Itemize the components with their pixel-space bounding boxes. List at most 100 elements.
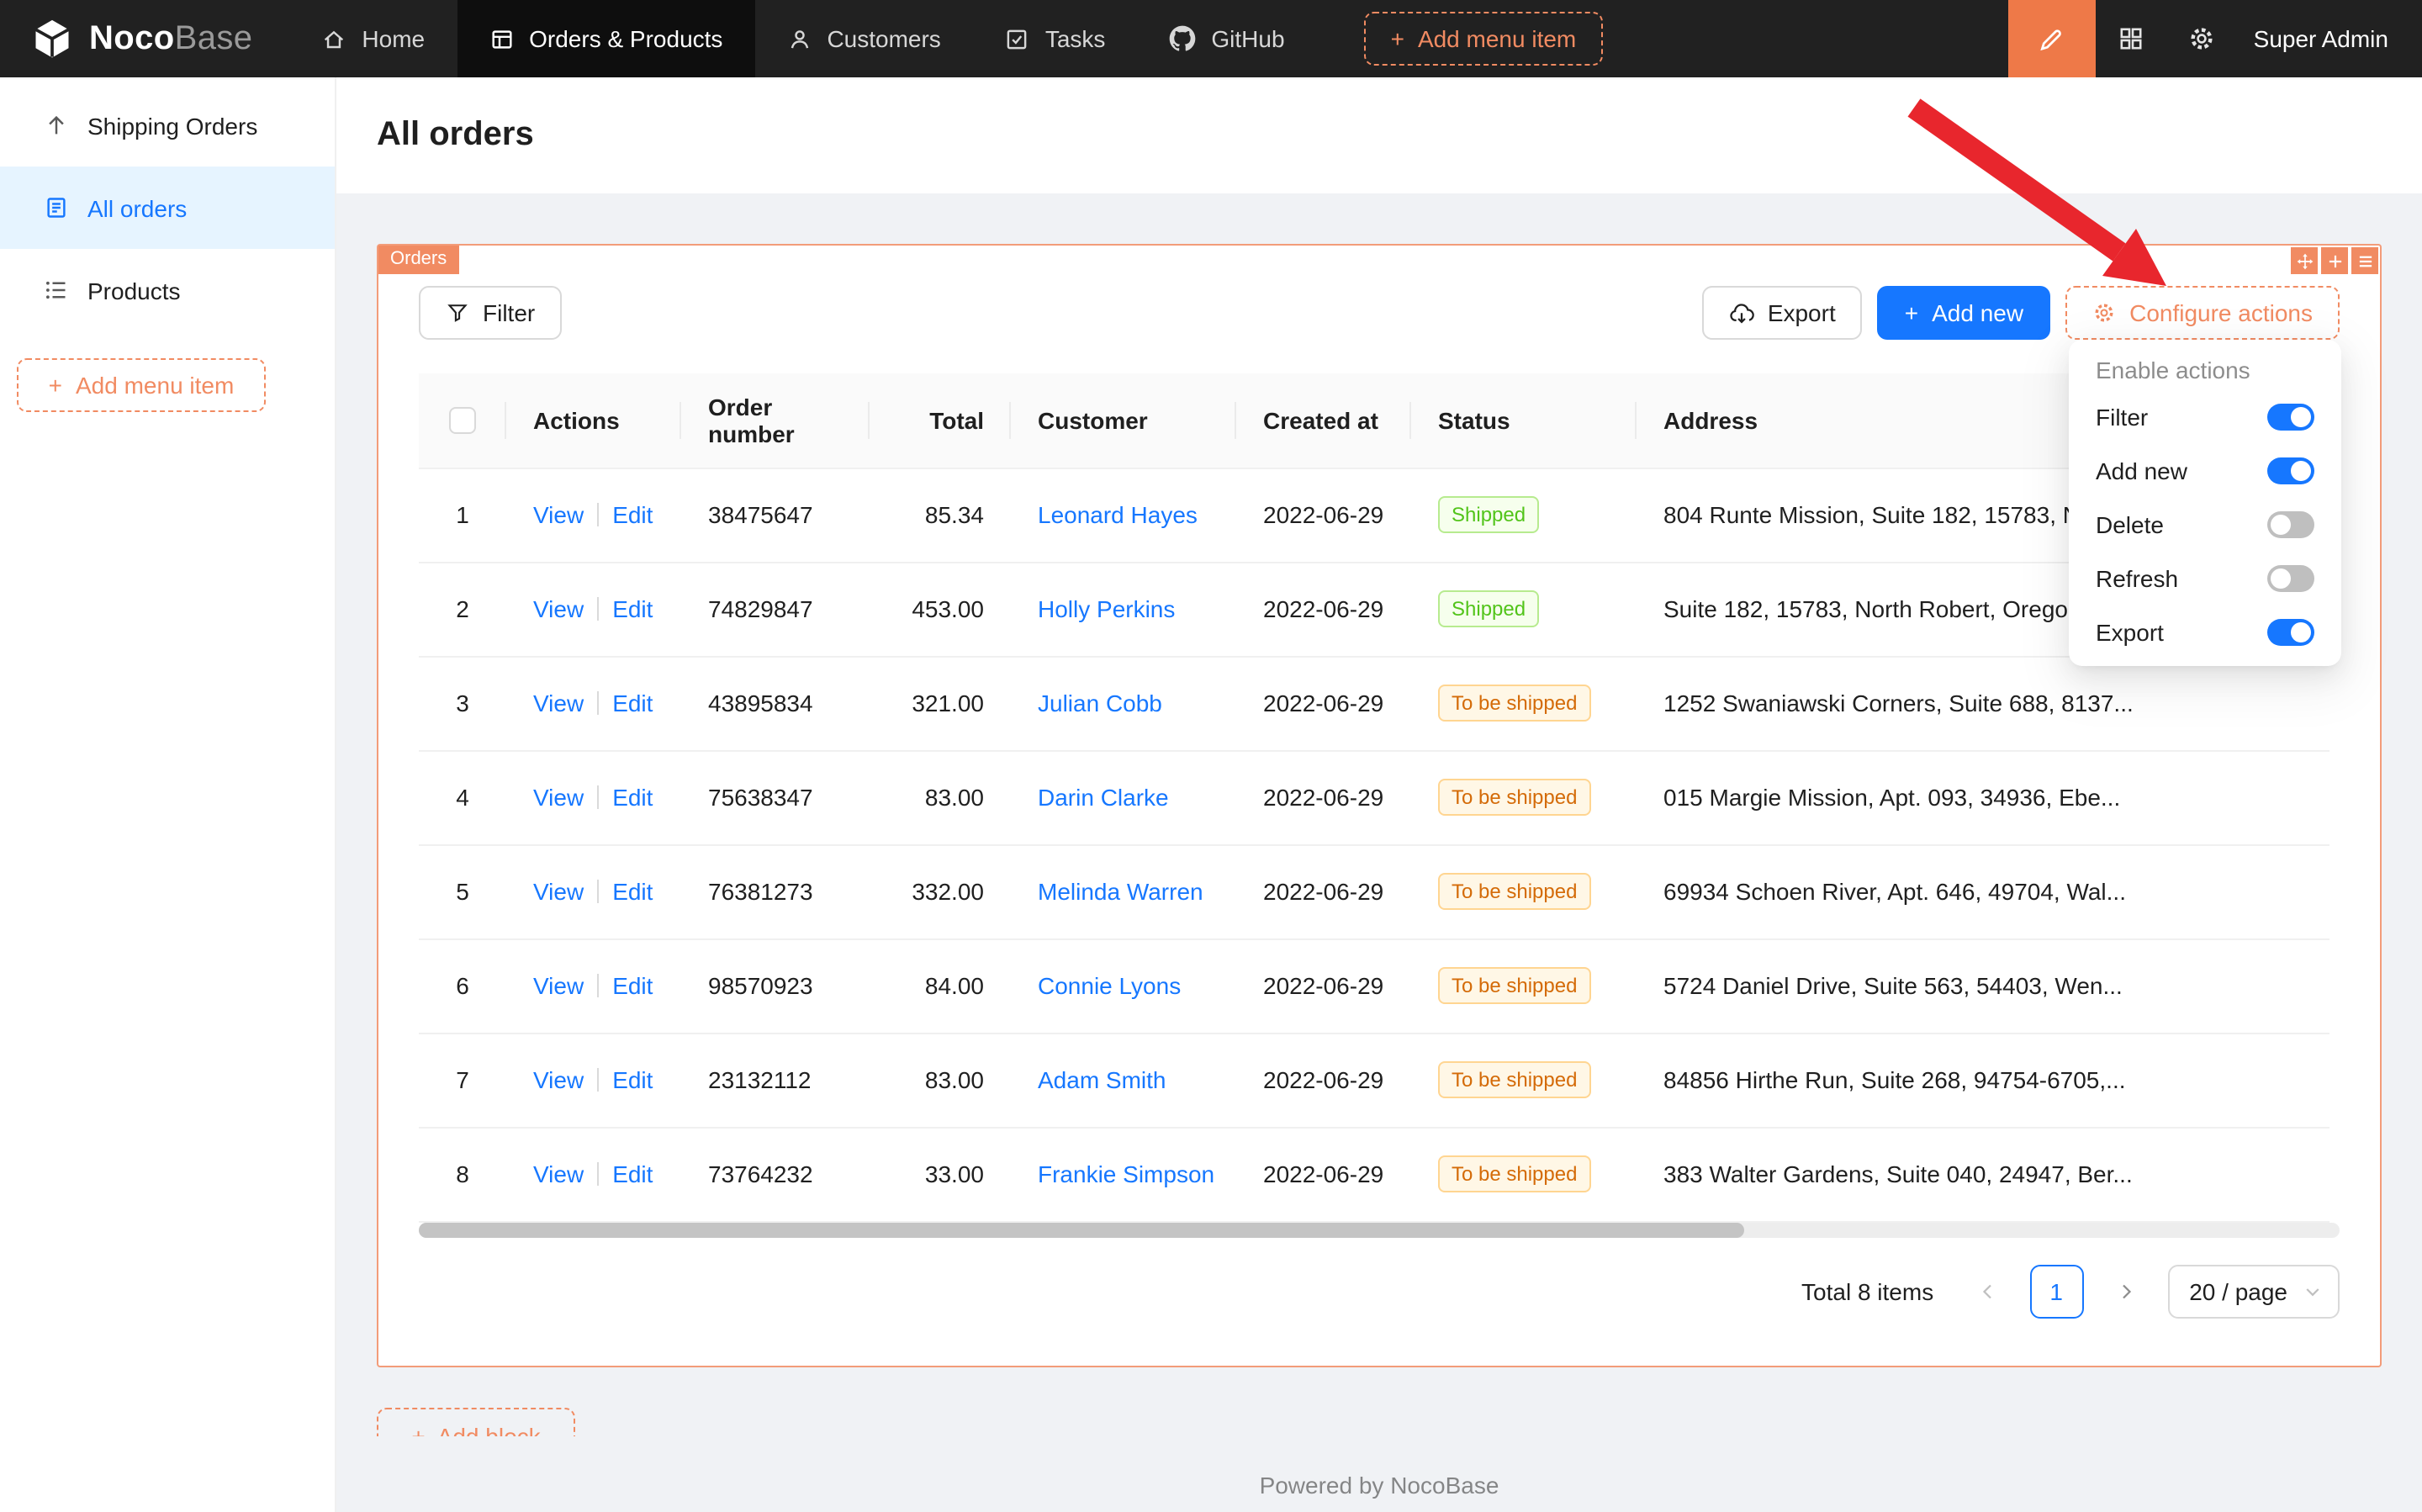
tasks-check-icon (1005, 26, 1030, 51)
nav-item-label: Orders & Products (529, 25, 722, 52)
status-tag: Shipped (1438, 590, 1539, 627)
app-body: Shipping Orders All orders Products + Ad… (0, 77, 2422, 1512)
menu-item-filter[interactable]: Filter (2076, 390, 2335, 444)
prev-page-button[interactable] (1960, 1264, 2014, 1318)
sidebar-item-products[interactable]: Products (0, 249, 335, 331)
user-menu[interactable]: Super Admin (2237, 25, 2422, 52)
column-header-created-at: Created at (1236, 373, 1411, 468)
menu-item-export[interactable]: Export (2076, 605, 2335, 659)
view-link[interactable]: View (533, 784, 584, 811)
edit-link[interactable]: Edit (612, 1160, 653, 1187)
view-link[interactable]: View (533, 501, 584, 528)
customer-link[interactable]: Adam Smith (1038, 1066, 1166, 1093)
select-all-checkbox[interactable] (449, 408, 476, 435)
menu-item-refresh[interactable]: Refresh (2076, 552, 2335, 605)
ui-editor-button[interactable] (2008, 0, 2096, 77)
page-title: All orders (377, 116, 534, 155)
edit-link[interactable]: Edit (612, 878, 653, 905)
toggle-switch[interactable] (2267, 565, 2314, 592)
column-header-status: Status (1411, 373, 1637, 468)
edit-link[interactable]: Edit (612, 784, 653, 811)
view-link[interactable]: View (533, 595, 584, 622)
toggle-switch[interactable] (2267, 404, 2314, 431)
action-divider (597, 974, 599, 997)
drag-handle-icon[interactable] (2291, 247, 2318, 274)
table-row: 3 ViewEdit 43895834 321.00 Julian Cobb 2… (419, 656, 2329, 750)
arrow-up-icon (44, 113, 69, 138)
order-number-cell: 76381273 (681, 844, 870, 938)
view-link[interactable]: View (533, 972, 584, 999)
status-cell: To be shipped (1411, 938, 1637, 1033)
order-number-cell: 75638347 (681, 750, 870, 844)
nav-item-customers[interactable]: Customers (754, 0, 972, 77)
plus-icon: + (1391, 25, 1404, 52)
status-tag: To be shipped (1438, 873, 1590, 910)
add-menu-item-button[interactable]: + Add menu item (1364, 12, 1604, 66)
customers-icon (786, 26, 812, 51)
nav-item-orders-products[interactable]: Orders & Products (457, 0, 754, 77)
menu-item-add-new[interactable]: Add new (2076, 444, 2335, 498)
address-cell: 69934 Schoen River, Apt. 646, 49704, Wal… (1637, 844, 2329, 938)
created-at-cell: 2022-06-29 (1236, 656, 1411, 750)
add-block-button[interactable]: + Add block (377, 1407, 575, 1435)
view-link[interactable]: View (533, 1066, 584, 1093)
horizontal-scrollbar-thumb[interactable] (419, 1222, 1744, 1237)
order-number-cell: 38475647 (681, 468, 870, 562)
brand[interactable]: NocoBase (0, 0, 289, 77)
toggle-switch[interactable] (2267, 619, 2314, 646)
sidebar-item-shipping-orders[interactable]: Shipping Orders (0, 84, 335, 167)
block-add-icon[interactable] (2321, 247, 2348, 274)
table-row: 2 ViewEdit 74829847 453.00 Holly Perkins… (419, 562, 2329, 656)
add-new-button[interactable]: + Add new (1878, 286, 2050, 340)
edit-link[interactable]: Edit (612, 690, 653, 716)
chevron-right-icon (2115, 1281, 2135, 1301)
sidebar-add-menu-item-button[interactable]: + Add menu item (17, 358, 266, 412)
order-number-cell: 23132112 (681, 1033, 870, 1127)
cloud-download-icon (1729, 300, 1754, 325)
status-cell: Shipped (1411, 468, 1637, 562)
sidebar-item-all-orders[interactable]: All orders (0, 167, 335, 249)
customer-link[interactable]: Darin Clarke (1038, 784, 1169, 811)
edit-link[interactable]: Edit (612, 595, 653, 622)
page-number-button[interactable]: 1 (2029, 1264, 2083, 1318)
edit-link[interactable]: Edit (612, 501, 653, 528)
export-button[interactable]: Export (1702, 286, 1863, 340)
toggle-switch[interactable] (2267, 457, 2314, 484)
filter-button[interactable]: Filter (419, 286, 562, 340)
customer-link[interactable]: Leonard Hayes (1038, 501, 1198, 528)
nav-item-github[interactable]: GitHub (1137, 0, 1316, 77)
view-link[interactable]: View (533, 690, 584, 716)
customer-link[interactable]: Frankie Simpson (1038, 1160, 1214, 1187)
plugin-manager-button[interactable] (2096, 0, 2166, 77)
created-at-cell: 2022-06-29 (1236, 938, 1411, 1033)
nav-item-home[interactable]: Home (289, 0, 457, 77)
view-link[interactable]: View (533, 1160, 584, 1187)
next-page-button[interactable] (2098, 1264, 2152, 1318)
total-cell: 453.00 (870, 562, 1011, 656)
table-row: 7 ViewEdit 23132112 83.00 Adam Smith 202… (419, 1033, 2329, 1127)
nav-item-label: Customers (827, 25, 940, 52)
customer-link[interactable]: Holly Perkins (1038, 595, 1175, 622)
customer-link[interactable]: Connie Lyons (1038, 972, 1181, 999)
address-cell: 1252 Swaniawski Corners, Suite 688, 8137… (1637, 656, 2329, 750)
sidebar-item-label: Products (87, 277, 181, 304)
menu-item-label: Add new (2096, 457, 2187, 484)
toggle-switch[interactable] (2267, 511, 2314, 538)
toolbar-right: Export + Add new Configure actions (1702, 286, 2340, 340)
pagination: Total 8 items 1 20 / page (419, 1264, 2340, 1318)
settings-button[interactable] (2166, 0, 2237, 77)
menu-item-delete[interactable]: Delete (2076, 498, 2335, 552)
block-menu-icon[interactable] (2351, 247, 2378, 274)
pagination-total: Total 8 items (1801, 1277, 1933, 1304)
customer-link[interactable]: Julian Cobb (1038, 690, 1162, 716)
column-header-actions: Actions (506, 373, 681, 468)
nav-item-tasks[interactable]: Tasks (973, 0, 1138, 77)
edit-link[interactable]: Edit (612, 972, 653, 999)
page-size-select[interactable]: 20 / page (2167, 1264, 2340, 1318)
add-block-label: Add block (437, 1422, 541, 1435)
customer-link[interactable]: Melinda Warren (1038, 878, 1203, 905)
view-link[interactable]: View (533, 878, 584, 905)
action-divider (597, 1068, 599, 1092)
edit-link[interactable]: Edit (612, 1066, 653, 1093)
configure-actions-button[interactable]: Configure actions (2065, 286, 2340, 340)
